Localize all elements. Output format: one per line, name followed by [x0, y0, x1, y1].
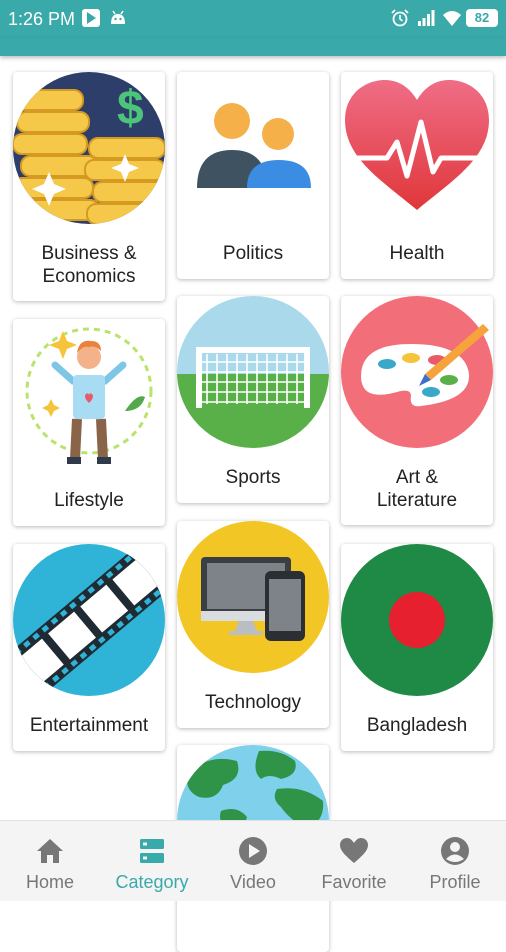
- nav-home-label: Home: [25, 872, 74, 892]
- status-time: 1:26 PM: [8, 9, 76, 29]
- nav-favorite-label: Favorite: [321, 872, 387, 892]
- category-label: Health: [389, 243, 445, 264]
- app-bar: [0, 38, 506, 56]
- alarm-icon: [391, 9, 409, 27]
- battery-icon: 82: [466, 9, 498, 27]
- category-label: Politics: [222, 243, 284, 264]
- category-card-business[interactable]: $ Business & Economics: [13, 72, 165, 301]
- category-card-technology[interactable]: Technology: [177, 521, 329, 728]
- film-strip-icon: [13, 544, 165, 696]
- lifestyle-person-icon: [25, 327, 153, 464]
- category-icon: [140, 839, 164, 863]
- nav-video-label: Video: [230, 872, 276, 892]
- category-label: Business & Economics: [41, 243, 137, 287]
- category-card-politics[interactable]: Politics: [177, 72, 329, 279]
- category-card-health[interactable]: Health: [341, 72, 493, 279]
- nav-video[interactable]: Video: [203, 821, 303, 901]
- play-circle-icon: [239, 837, 267, 865]
- nav-favorite[interactable]: Favorite: [304, 821, 404, 901]
- category-label: Entertainment: [29, 715, 149, 736]
- category-card-art-literature[interactable]: Art & Literature: [341, 296, 493, 525]
- computer-phone-icon: [177, 521, 329, 673]
- nav-profile[interactable]: Profile: [405, 821, 505, 901]
- paint-palette-icon: [341, 296, 493, 448]
- svg-text:$: $: [117, 82, 144, 135]
- wifi-icon: [443, 11, 461, 26]
- category-card-sports[interactable]: Sports: [177, 296, 329, 503]
- business-coins-icon: $: [13, 72, 165, 224]
- nav-category[interactable]: Category: [102, 821, 202, 901]
- bangladesh-flag-icon: [341, 544, 493, 696]
- category-label: Bangladesh: [366, 715, 468, 736]
- bottom-navigation: Home Category Video Favorite Profile: [0, 820, 506, 901]
- status-bar: 1:26 PM 82: [0, 0, 506, 38]
- nav-home[interactable]: Home: [0, 821, 100, 901]
- android-notification-icon: [111, 10, 125, 24]
- people-icon: [197, 103, 311, 188]
- category-label: Sports: [225, 467, 281, 488]
- category-label: Lifestyle: [54, 490, 124, 511]
- home-icon: [37, 839, 63, 863]
- category-card-bangladesh[interactable]: Bangladesh: [341, 544, 493, 751]
- heart-icon: [340, 838, 368, 863]
- heart-pulse-icon: [345, 80, 489, 210]
- category-label: Technology: [204, 692, 302, 713]
- profile-icon: [441, 837, 469, 865]
- category-label: Art & Literature: [376, 467, 458, 511]
- category-card-entertainment[interactable]: Entertainment: [13, 544, 165, 751]
- nav-profile-label: Profile: [429, 872, 481, 892]
- category-card-lifestyle[interactable]: Lifestyle: [13, 319, 165, 526]
- soccer-goal-icon: [177, 296, 329, 448]
- signal-icon: [418, 10, 435, 26]
- battery-level: 82: [474, 10, 490, 25]
- play-store-notification-icon: [82, 9, 100, 27]
- nav-category-label: Category: [115, 872, 189, 892]
